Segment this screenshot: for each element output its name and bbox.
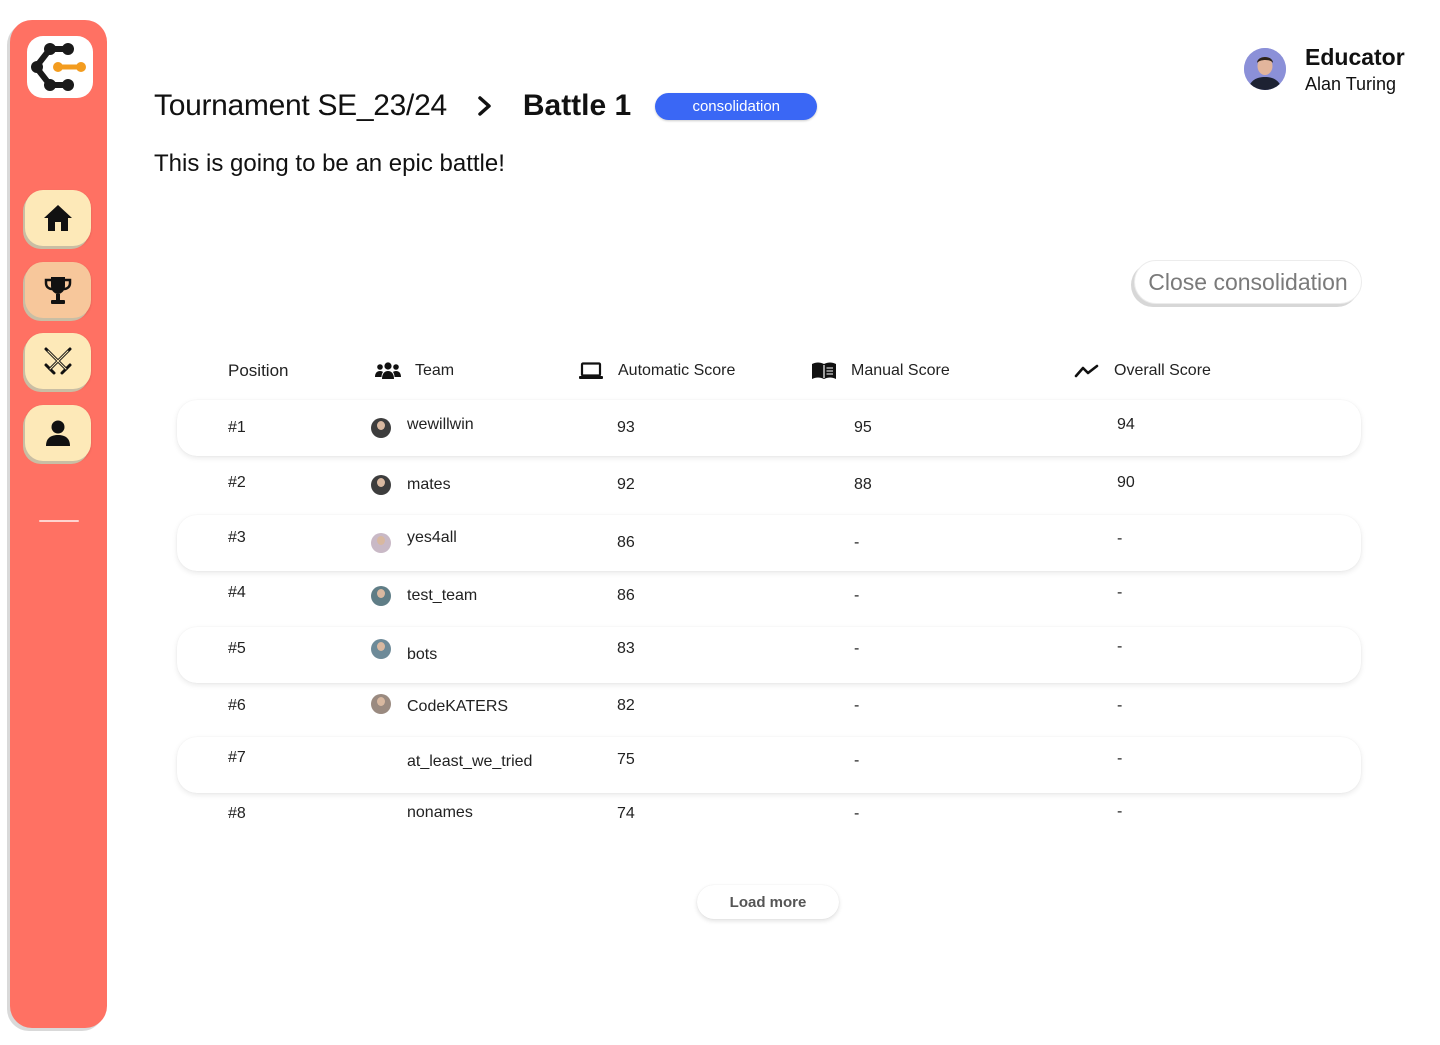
row-manual-score: -	[854, 640, 860, 657]
team-avatar	[371, 515, 391, 571]
row-team: mates	[407, 476, 451, 493]
row-manual-score: -	[854, 752, 860, 769]
team-avatar	[371, 457, 391, 513]
codekata-logo-icon	[31, 43, 86, 91]
row-overall-score: 90	[1117, 474, 1135, 491]
row-manual-score: -	[854, 587, 860, 604]
row-team: at_least_we_tried	[407, 753, 533, 770]
row-overall-score: -	[1117, 584, 1123, 601]
row-position: #3	[228, 529, 246, 546]
row-overall-score: -	[1117, 530, 1123, 547]
row-manual-score: -	[854, 697, 860, 714]
table-row[interactable]: #1 wewillwin 93 95 94	[177, 400, 1361, 456]
table-row[interactable]: #7 at_least_we_tried 75 - -	[177, 737, 1361, 793]
chevron-right-icon	[447, 95, 523, 117]
row-manual-score: -	[854, 805, 860, 822]
row-position: #7	[228, 749, 246, 766]
row-automatic-score: 92	[617, 476, 635, 493]
row-position: #1	[228, 419, 246, 436]
row-team: bots	[407, 646, 438, 663]
sidebar-item-battles[interactable]	[25, 333, 91, 389]
column-header-label: Manual Score	[851, 362, 950, 379]
row-team: wewillwin	[407, 416, 474, 433]
row-team: test_team	[407, 587, 478, 604]
avatar	[1244, 48, 1286, 90]
row-manual-score: -	[854, 534, 860, 551]
sidebar	[10, 20, 107, 1028]
row-overall-score: 94	[1117, 416, 1135, 433]
column-header-manual-score: Manual Score	[811, 352, 950, 390]
home-icon	[44, 205, 72, 231]
open-book-icon	[811, 361, 837, 381]
crossed-swords-icon	[44, 347, 72, 375]
column-header-automatic-score: Automatic Score	[578, 352, 735, 390]
laptop-icon	[578, 362, 604, 380]
row-automatic-score: 75	[617, 751, 635, 768]
row-position: #4	[228, 584, 246, 601]
row-manual-score: 95	[854, 419, 872, 436]
table-row[interactable]: #6 CodeKATERS 82 - -	[177, 678, 1361, 734]
user-profile[interactable]: Educator Alan Turing	[1244, 42, 1405, 96]
leaderboard-header: Position Team Automatic Score Manual Sco…	[177, 352, 1361, 390]
phase-badge: consolidation	[655, 92, 818, 120]
sidebar-item-tournaments[interactable]	[25, 262, 91, 318]
table-row[interactable]: #8 nonames 74 - -	[177, 786, 1361, 842]
row-position: #8	[228, 805, 246, 822]
row-overall-score: -	[1117, 697, 1123, 714]
row-automatic-score: 83	[617, 640, 635, 657]
load-more-button[interactable]: Load more	[697, 885, 839, 919]
row-automatic-score: 86	[617, 587, 635, 604]
row-position: #6	[228, 697, 246, 714]
column-header-label: Overall Score	[1114, 362, 1211, 379]
table-row[interactable]: #2 mates 92 88 90	[177, 455, 1361, 511]
column-header-label: Automatic Score	[618, 362, 736, 379]
user-role: Educator	[1305, 44, 1405, 70]
row-automatic-score: 93	[617, 419, 635, 436]
table-row[interactable]: #3 yes4all 86 - -	[177, 515, 1361, 571]
team-avatar	[371, 400, 391, 456]
user-icon	[46, 420, 70, 446]
column-header-team: Team	[375, 352, 454, 390]
sidebar-item-home[interactable]	[25, 190, 91, 246]
user-name: Alan Turing	[1305, 74, 1397, 94]
breadcrumb-battle: Battle 1	[522, 89, 632, 122]
sidebar-item-profile[interactable]	[25, 405, 91, 461]
row-team: yes4all	[407, 529, 457, 546]
app-logo[interactable]	[27, 36, 93, 98]
trend-line-icon	[1074, 363, 1100, 379]
row-automatic-score: 86	[617, 534, 635, 551]
team-avatar	[371, 676, 391, 732]
column-header-label: Team	[415, 362, 455, 379]
row-overall-score: -	[1117, 750, 1123, 767]
close-consolidation-button[interactable]: Close consolidation	[1134, 260, 1362, 304]
row-team: nonames	[407, 804, 473, 821]
row-overall-score: -	[1117, 638, 1123, 655]
table-row[interactable]: #5 bots 83 - -	[177, 627, 1361, 683]
row-overall-score: -	[1117, 803, 1123, 820]
team-icon	[375, 361, 401, 381]
team-avatar	[371, 621, 391, 677]
row-team: CodeKATERS	[407, 698, 509, 715]
battle-description: This is going to be an epic battle!	[154, 150, 505, 177]
row-position: #5	[228, 640, 246, 657]
row-position: #2	[228, 474, 246, 491]
table-row[interactable]: #4 test_team 86 - -	[177, 568, 1361, 624]
row-manual-score: 88	[854, 476, 872, 493]
trophy-icon	[44, 277, 72, 304]
row-automatic-score: 74	[617, 805, 635, 822]
breadcrumb: Tournament SE_23/24 Battle 1 consolidati…	[154, 84, 818, 128]
column-header-label: Position	[228, 361, 289, 380]
team-avatar	[371, 568, 391, 624]
column-header-overall-score: Overall Score	[1074, 352, 1211, 390]
sidebar-divider	[39, 520, 79, 522]
column-header-position: Position	[228, 352, 288, 390]
breadcrumb-tournament[interactable]: Tournament SE_23/24	[154, 89, 447, 123]
row-automatic-score: 82	[617, 697, 635, 714]
